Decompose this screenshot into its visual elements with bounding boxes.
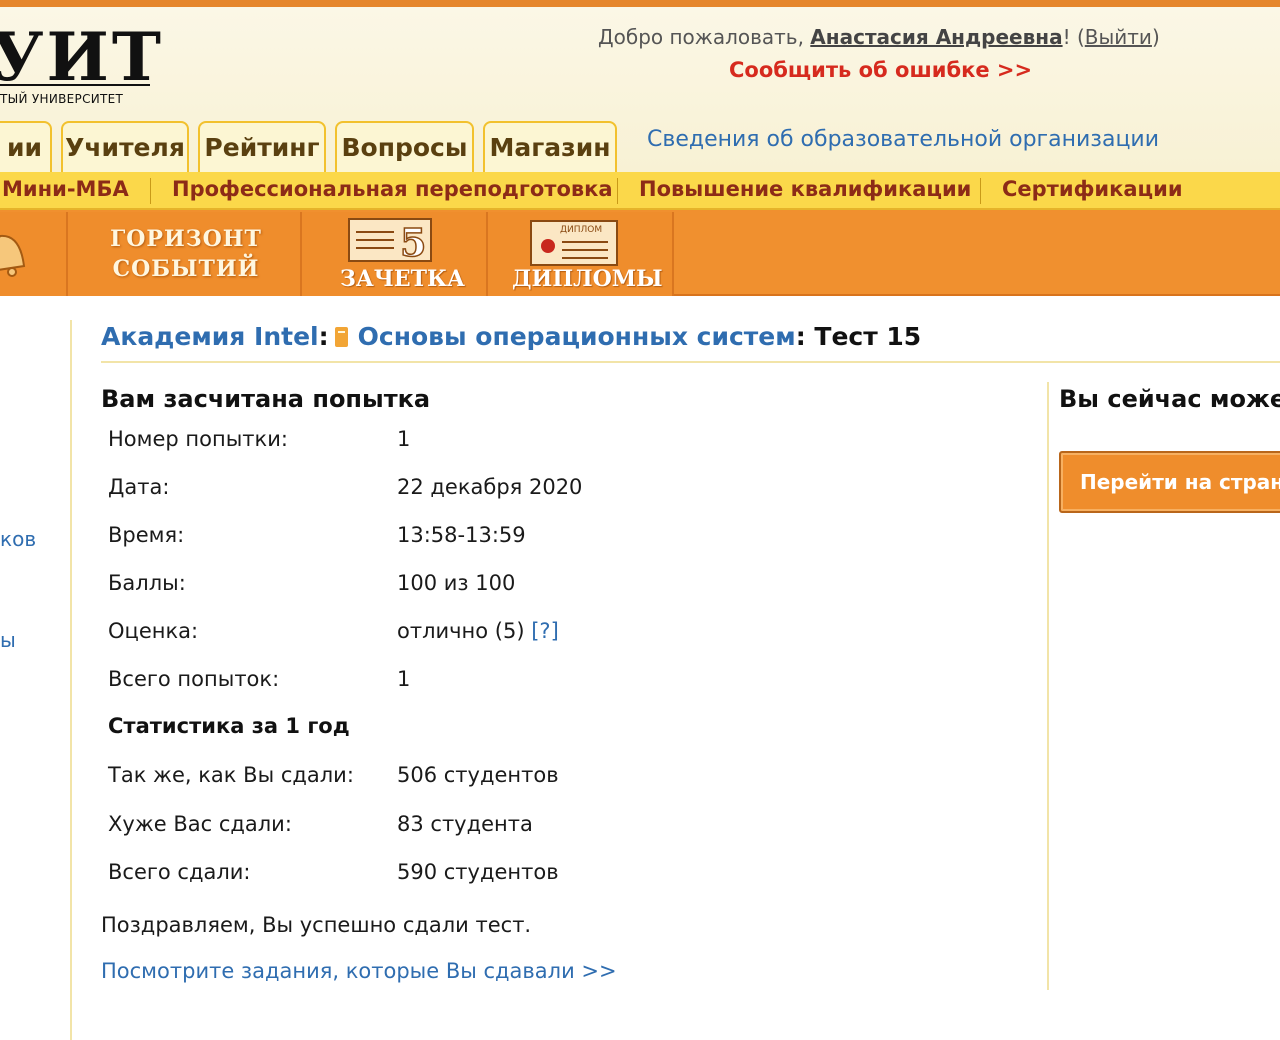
horizon-line-2: СОБЫТИЙ (112, 256, 260, 282)
left-column-border (70, 320, 72, 1040)
date-label: Дата: (108, 475, 170, 499)
gradebook-icon: 5 (348, 218, 432, 262)
breadcrumb-separator: : (318, 322, 329, 351)
breadcrumb-academy[interactable]: Академия Intel (101, 322, 319, 351)
time-value: 13:58-13:59 (397, 523, 526, 547)
result-title: Вам засчитана попытка (101, 385, 431, 413)
menu-separator (150, 178, 151, 204)
worse-result-value: 83 студента (397, 812, 533, 836)
stats-title: Статистика за 1 год (108, 714, 350, 738)
bell-icon (0, 234, 26, 277)
tab-teachers[interactable]: Учителя (61, 121, 189, 172)
breadcrumb-test: Тест 15 (814, 322, 922, 351)
welcome-text: Добро пожаловать, Анастасия Андреевна! (… (598, 25, 1160, 49)
next-actions-title: Вы сейчас може (1059, 385, 1280, 413)
user-name-link[interactable]: Анастасия Андреевна (810, 25, 1062, 49)
menu-separator (617, 178, 618, 204)
score-label: Баллы: (108, 571, 186, 595)
zachetka-label: ЗАЧЕТКА (340, 266, 465, 292)
total-passed-label: Всего сдали: (108, 860, 251, 884)
total-passed-value: 590 студентов (397, 860, 559, 884)
book-icon (334, 327, 348, 347)
right-column-border (1047, 382, 1049, 990)
tab-rating[interactable]: Рейтинг (198, 121, 326, 172)
go-to-page-button[interactable]: Перейти на стран (1059, 451, 1280, 513)
report-error-link[interactable]: Сообщить об ошибке >> (729, 58, 1032, 82)
left-nav-fragment[interactable]: ков (0, 527, 36, 551)
horizon-line-1: ГОРИЗОНТ (110, 226, 262, 252)
gradebook-mark: 5 (400, 220, 426, 262)
breadcrumb-separator: : (795, 322, 815, 351)
menu-qualification[interactable]: Повышение квалификации (639, 177, 971, 201)
site-logo[interactable]: УИТ (0, 22, 164, 92)
welcome-suffix: ) (1151, 25, 1160, 49)
breadcrumb-course[interactable]: Основы операционных систем (358, 322, 796, 351)
logo-subtitle: ТЫЙ УНИВЕРСИТЕТ (0, 92, 124, 106)
logout-link[interactable]: Выйти (1085, 25, 1152, 49)
grade-help-link[interactable]: [?] (531, 619, 559, 643)
breadcrumb-divider (101, 361, 1280, 363)
total-attempts-value: 1 (397, 667, 411, 691)
top-stripe (0, 0, 1280, 7)
diploma-icon-label: ДИПЛОМ (560, 225, 602, 235)
view-tasks-link[interactable]: Посмотрите задания, которые Вы сдавали >… (101, 959, 617, 983)
worse-result-label: Хуже Вас сдали: (108, 812, 292, 836)
same-result-label: Так же, как Вы сдали: (108, 763, 354, 787)
same-result-value: 506 студентов (397, 763, 559, 787)
horizon-events-logo: ГОРИЗОНТ СОБЫТИЙ (88, 224, 284, 284)
tab-questions[interactable]: Вопросы (335, 121, 474, 172)
bell-button[interactable] (0, 212, 68, 296)
menu-mini-mba[interactable]: Мини-МБА (2, 177, 129, 201)
diploma-icon: ДИПЛОМ (530, 220, 618, 266)
score-value: 100 из 100 (397, 571, 516, 595)
grade-label: Оценка: (108, 619, 199, 643)
breadcrumb: Академия Intel: Основы операционных систе… (101, 322, 921, 351)
edu-info-link[interactable]: Сведения об образовательной организации (647, 127, 1159, 152)
tab-partial[interactable]: ии (0, 121, 52, 172)
attempt-number-label: Номер попытки: (108, 427, 288, 451)
left-nav-fragment[interactable]: ы (0, 628, 16, 652)
welcome-mid: ! ( (1062, 25, 1085, 49)
menu-separator (980, 178, 981, 204)
logo-underline (0, 84, 150, 86)
grade-value: отлично (5) [?] (397, 619, 559, 643)
tab-shop[interactable]: Магазин (483, 121, 617, 172)
menu-retraining[interactable]: Профессиональная переподготовка (172, 177, 613, 201)
congrats-message: Поздравляем, Вы успешно сдали тест. (101, 913, 532, 937)
grade-text: отлично (5) (397, 619, 532, 643)
date-value: 22 декабря 2020 (397, 475, 583, 499)
diplomas-label: ДИПЛОМЫ (512, 266, 663, 292)
welcome-prefix: Добро пожаловать, (598, 25, 811, 49)
attempt-number-value: 1 (397, 427, 411, 451)
total-attempts-label: Всего попыток: (108, 667, 280, 691)
time-label: Время: (108, 523, 185, 547)
menu-certification[interactable]: Сертификации (1002, 177, 1183, 201)
